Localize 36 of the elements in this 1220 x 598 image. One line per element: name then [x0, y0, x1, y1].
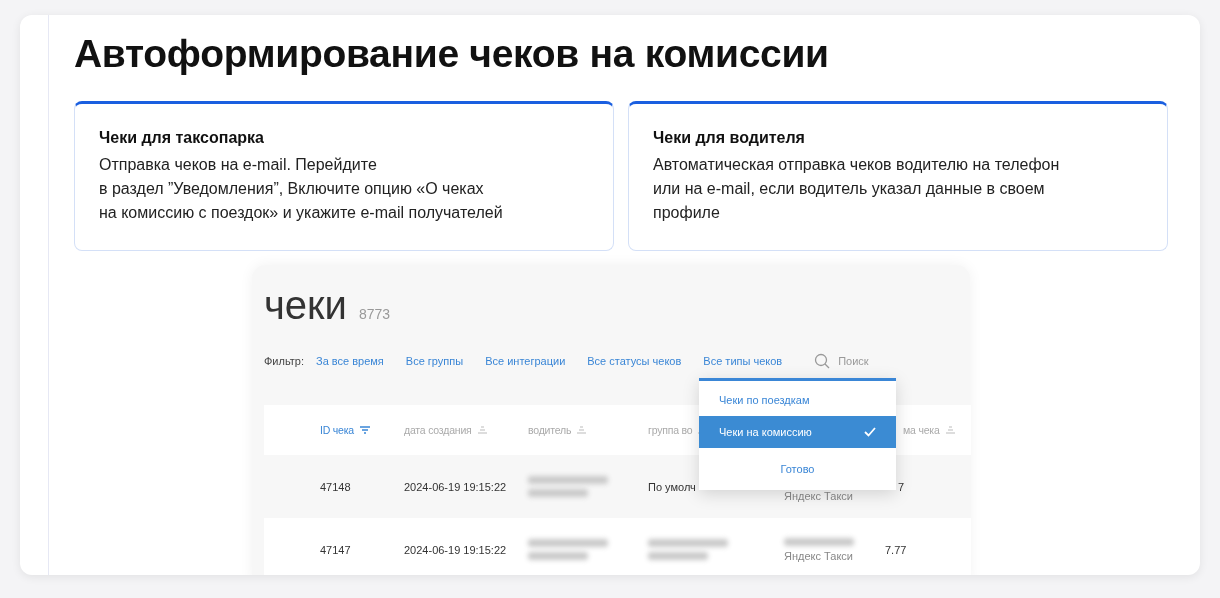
search-icon[interactable] — [814, 353, 831, 369]
done-button[interactable]: Готово — [699, 448, 896, 490]
filter-link[interactable]: Все группы — [405, 355, 464, 367]
table-cell-text: 47148 — [320, 480, 352, 493]
filter-link[interactable]: За все время — [316, 355, 384, 367]
table-cell: Яндекс Такси — [784, 549, 853, 562]
filter-link[interactable]: Все статусы чеков — [587, 355, 682, 367]
table-cell: По умолч — [648, 480, 696, 493]
column-header[interactable]: дата создания — [404, 424, 528, 436]
table-cell-text: 2024-06-19 19:15:22 — [404, 543, 508, 556]
filter-icon[interactable] — [360, 426, 370, 434]
card-title: Чеки для таксопарка — [99, 129, 265, 147]
card-title: Чеки для водителя — [653, 129, 806, 147]
filter-link[interactable]: Все типы чеков — [703, 355, 783, 367]
search-field[interactable]: Поиск — [836, 354, 901, 368]
filter-link[interactable]: Все интеграции — [485, 355, 566, 367]
page-heading: чеки — [264, 283, 347, 328]
column-header[interactable]: ма чека — [903, 424, 983, 436]
count-label: 8773 — [358, 306, 391, 322]
table-cell-text: 47147 — [320, 543, 352, 556]
table-cell: 7.77 — [885, 543, 907, 556]
column-header[interactable]: ID чека — [320, 424, 404, 436]
table-cell-text: 7 — [897, 480, 905, 493]
sort-icon[interactable] — [945, 426, 955, 434]
table-cell-text: 2024-06-19 19:15:22 — [404, 480, 508, 493]
page-title: Автоформирование чеков на комиссии — [74, 31, 830, 77]
dropdown-option[interactable]: Чеки по поездкам — [699, 384, 896, 416]
dropdown-option[interactable]: Чеки на комиссию — [699, 416, 896, 448]
sort-icon[interactable] — [477, 426, 487, 434]
filter-label: Фильтр: — [264, 355, 304, 367]
column-header[interactable]: водитель — [528, 424, 648, 436]
card-text: Автоматическая отправка чеков водителю на телефон или на e-mail, если водитель указал данные в своем профиле — [653, 155, 1061, 223]
check-icon — [864, 427, 876, 437]
table-cell: Яндекс Такси — [784, 489, 853, 502]
sort-icon[interactable] — [577, 426, 587, 434]
card-text: Отправка чеков на e-mail. Перейдите в раздел ”Уведомления”, Включите опцию «О чеках на комиссию с поездок» и укажите e-mail получателей — [99, 155, 504, 223]
